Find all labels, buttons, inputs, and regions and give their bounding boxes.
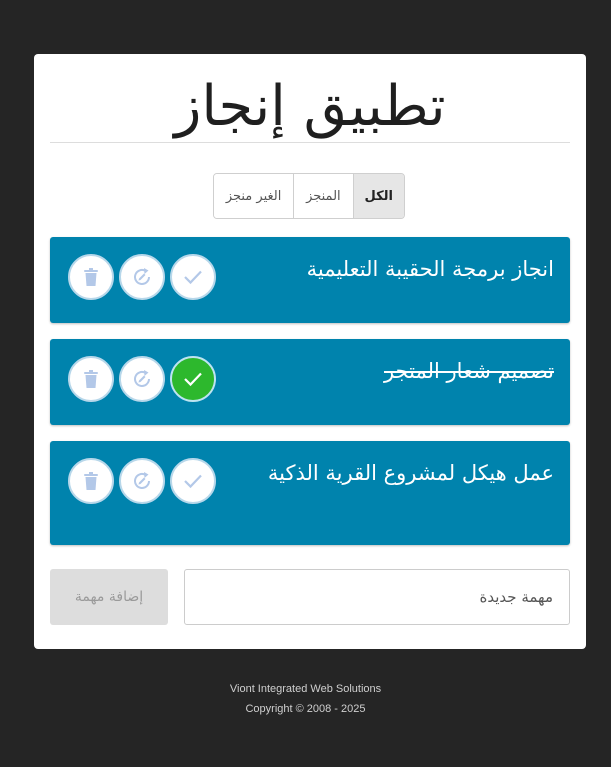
refresh-edit-icon xyxy=(134,370,150,387)
new-task-input[interactable] xyxy=(184,569,570,625)
filter-done-button[interactable]: المنجز xyxy=(293,174,353,218)
refresh-edit-icon xyxy=(134,268,150,285)
filter-undone-button[interactable]: الغير منجز xyxy=(214,174,294,218)
check-icon xyxy=(184,270,202,285)
add-task-button[interactable]: إضافة مهمة xyxy=(50,569,168,625)
footer-company: Viont Integrated Web Solutions xyxy=(229,683,382,695)
complete-task-button[interactable] xyxy=(170,458,216,504)
trash-icon xyxy=(84,472,98,490)
task-actions xyxy=(68,254,216,300)
task-actions xyxy=(68,458,216,504)
trash-icon xyxy=(84,370,98,388)
delete-task-button[interactable] xyxy=(68,458,114,504)
delete-task-button[interactable] xyxy=(68,356,114,402)
check-icon xyxy=(184,372,202,387)
check-icon xyxy=(184,474,202,489)
complete-task-button[interactable] xyxy=(170,356,216,402)
todo-card: تطبيق إنجاز الكل المنجز الغير منجز انجاز… xyxy=(34,54,586,649)
edit-task-button[interactable] xyxy=(119,356,165,402)
task-item: عمل هيكل لمشروع القرية الذكية xyxy=(50,441,570,545)
task-actions xyxy=(68,356,216,402)
task-item: تصميم شعار المتجر xyxy=(50,339,570,425)
trash-icon xyxy=(84,268,98,286)
complete-task-button[interactable] xyxy=(170,254,216,300)
edit-task-button[interactable] xyxy=(119,458,165,504)
task-text: انجاز برمجة الحقيبة التعليمية xyxy=(306,257,554,281)
footer-copyright: Copyright © 2008 - 2025 xyxy=(245,703,366,715)
task-text: تصميم شعار المتجر xyxy=(384,359,554,383)
task-item: انجاز برمجة الحقيبة التعليمية xyxy=(50,237,570,323)
task-text: عمل هيكل لمشروع القرية الذكية xyxy=(267,461,554,485)
refresh-edit-icon xyxy=(134,472,150,489)
page-title: تطبيق إنجاز xyxy=(50,72,570,143)
filter-group: الكل المنجز الغير منجز xyxy=(213,173,405,219)
filter-all-button[interactable]: الكل xyxy=(352,174,404,218)
delete-task-button[interactable] xyxy=(68,254,114,300)
edit-task-button[interactable] xyxy=(119,254,165,300)
